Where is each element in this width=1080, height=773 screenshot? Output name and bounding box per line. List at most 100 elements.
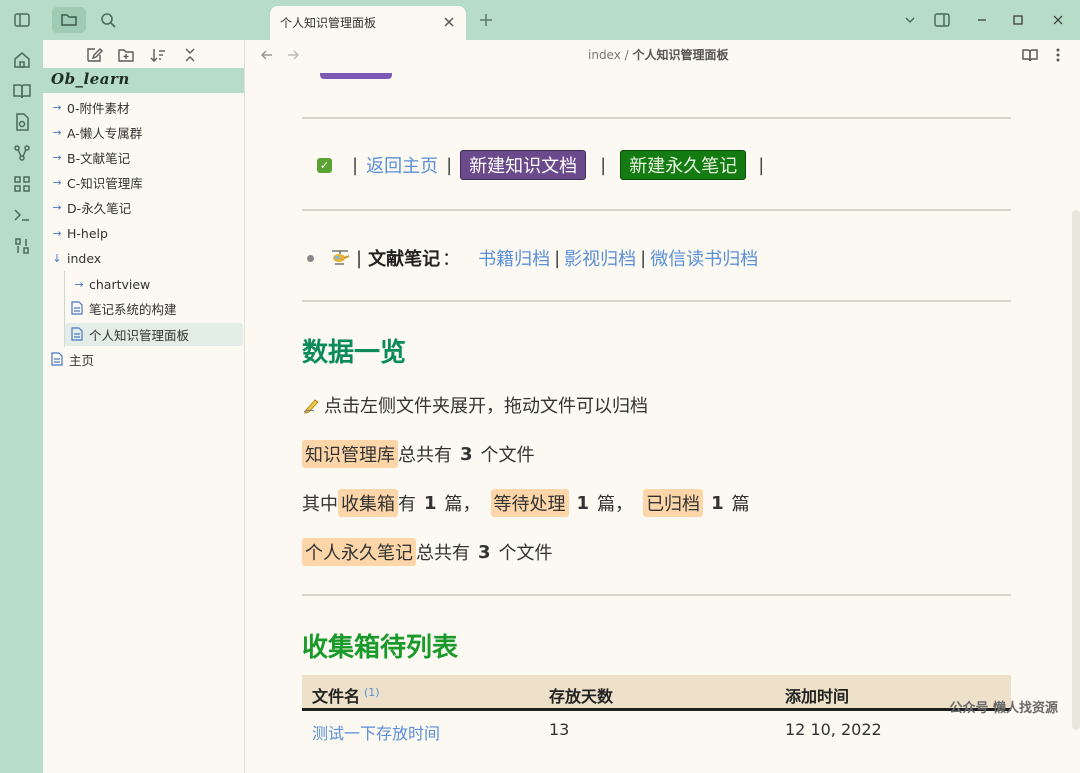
separator: |: [352, 154, 359, 176]
overview-heading: 数据一览: [302, 338, 407, 368]
checkbox-icon[interactable]: ✓: [317, 157, 332, 173]
media-archive-link[interactable]: 影视归档: [564, 245, 636, 271]
maximize-icon[interactable]: [1006, 8, 1030, 32]
permanent-label: 个人永久笔记: [302, 538, 416, 566]
left-ribbon: [0, 40, 43, 773]
separator: |: [356, 247, 363, 269]
wechat-read-archive-link[interactable]: 微信读书归档: [650, 245, 758, 271]
book-icon[interactable]: [12, 81, 32, 101]
table-header: 文件名 (1) 存放天数 添加时间: [302, 675, 1011, 711]
title-bar: 个人知识管理面板: [0, 0, 1080, 40]
bullet: [307, 254, 314, 262]
column-header-added-time[interactable]: 添加时间: [785, 683, 849, 707]
right-sidebar-toggle-icon[interactable]: [930, 8, 954, 32]
arrow-right-icon[interactable]: [285, 47, 301, 63]
folder-label: H-help: [67, 225, 108, 241]
divider: [302, 209, 1011, 211]
new-tab-icon[interactable]: [474, 8, 498, 32]
separator: |: [640, 247, 647, 269]
inbox-label: 收集箱: [338, 489, 398, 517]
books-archive-link[interactable]: 书籍归档: [478, 245, 550, 271]
new-knowledge-doc-button[interactable]: 新建知识文档: [460, 150, 587, 180]
writing-hand-icon: [302, 396, 322, 414]
minimize-icon[interactable]: [970, 8, 994, 32]
new-folder-icon[interactable]: [117, 46, 135, 64]
separator: |: [446, 154, 453, 176]
graph-icon[interactable]: [12, 143, 32, 163]
archived-count: 1: [711, 492, 724, 514]
file-open-icon[interactable]: [12, 112, 32, 132]
sort-icon[interactable]: [149, 46, 167, 64]
tab-title: 个人知识管理面板: [280, 16, 377, 30]
folder-index[interactable]: ↓ index: [51, 246, 101, 270]
vault-header[interactable]: Ob_learn: [43, 68, 244, 93]
inbox-list-heading: 收集箱待列表: [302, 633, 459, 663]
folder-knowledge-base[interactable]: → C-知识管理库: [51, 170, 142, 194]
folder-permanent-notes[interactable]: → D-永久笔记: [51, 195, 131, 219]
file-label: 主页: [69, 352, 95, 368]
breadcrumb: index / 个人知识管理面板: [588, 46, 729, 63]
colon: ：: [442, 249, 461, 270]
divider: [302, 300, 1011, 302]
literature-label: 文献笔记: [368, 249, 441, 270]
breadcrumb-separator: /: [624, 48, 629, 62]
file-personal-knowledge-panel[interactable]: 个人知识管理面板: [71, 322, 189, 346]
nav-row: ✓ | 返回主页 | 新建知识文档 | 新建永久笔记 |: [317, 150, 776, 180]
text: 总共有: [398, 445, 452, 466]
text: 篇，: [597, 494, 634, 515]
tab-personal-knowledge-panel[interactable]: 个人知识管理面板: [270, 6, 466, 40]
arrow-right-icon: →: [52, 226, 62, 240]
more-options-icon[interactable]: [1053, 46, 1063, 64]
reading-view-icon[interactable]: [1021, 46, 1039, 64]
chevron-down-icon[interactable]: [898, 8, 922, 32]
arrow-right-icon: →: [74, 277, 84, 291]
arrow-left-icon[interactable]: [259, 47, 275, 63]
folder-icon[interactable]: [52, 7, 86, 33]
text: 其中: [302, 494, 338, 515]
file-home[interactable]: 主页: [51, 347, 94, 371]
text: 篇: [731, 494, 750, 515]
column-header-filename[interactable]: 文件名 (1): [312, 683, 380, 707]
arrow-right-icon: →: [52, 200, 62, 214]
inbox-table: 文件名 (1) 存放天数 添加时间 测试一下存放时间 13 12 10, 2022: [302, 675, 1011, 747]
terminal-icon[interactable]: [12, 205, 32, 225]
table-row: 测试一下存放时间 13 12 10, 2022: [302, 711, 1011, 747]
home-icon[interactable]: [12, 50, 32, 70]
footnote-marker[interactable]: (1): [364, 686, 380, 699]
folder-literature-notes[interactable]: → B-文献笔记: [51, 145, 130, 169]
folder-label: chartview: [89, 276, 151, 292]
breadcrumb-parent[interactable]: index: [588, 48, 621, 62]
back-home-link[interactable]: 返回主页: [366, 152, 438, 178]
document-icon: [51, 352, 63, 366]
vault-name: Ob_learn: [51, 70, 130, 88]
kb-count-paragraph: 知识管理库 总共有 3 个文件: [302, 440, 535, 468]
scrollbar[interactable]: [1072, 210, 1080, 730]
text: 总共有: [416, 543, 470, 564]
search-icon[interactable]: [96, 8, 120, 32]
file-link[interactable]: 测试一下存放时间: [312, 720, 440, 744]
grid-icon[interactable]: [12, 174, 32, 194]
folder-help[interactable]: → H-help: [51, 221, 108, 245]
text: 个文件: [480, 445, 535, 466]
literature-row: | 文献笔记 ： 书籍归档 | 影视归档 | 微信读书归档: [307, 245, 758, 271]
sidebar-toggle-icon[interactable]: [10, 8, 34, 32]
arrow-down-icon: ↓: [52, 251, 62, 265]
window-close-icon[interactable]: [1046, 8, 1070, 32]
file-label: 笔记系统的构建: [89, 301, 177, 317]
collapse-all-icon[interactable]: [181, 46, 199, 64]
column-header-days[interactable]: 存放天数: [549, 683, 613, 707]
watermark: 公众号 懒人找资源: [949, 701, 1058, 716]
text: 有: [398, 494, 416, 515]
file-note-system[interactable]: 笔记系统的构建: [71, 296, 177, 320]
plugin-icon[interactable]: [12, 236, 32, 256]
new-permanent-note-button[interactable]: 新建永久笔记: [620, 150, 747, 180]
close-icon[interactable]: [442, 15, 456, 29]
new-note-icon[interactable]: [85, 46, 103, 64]
folder-label: D-永久笔记: [67, 200, 132, 216]
text: 篇，: [444, 494, 481, 515]
folder-chartview[interactable]: → chartview: [73, 272, 150, 296]
folder-attachments[interactable]: → 0-附件素材: [51, 95, 129, 119]
arrow-right-icon: →: [52, 125, 62, 139]
text: 个文件: [498, 543, 553, 564]
folder-lazy-group[interactable]: → A-懒人专属群: [51, 120, 142, 144]
